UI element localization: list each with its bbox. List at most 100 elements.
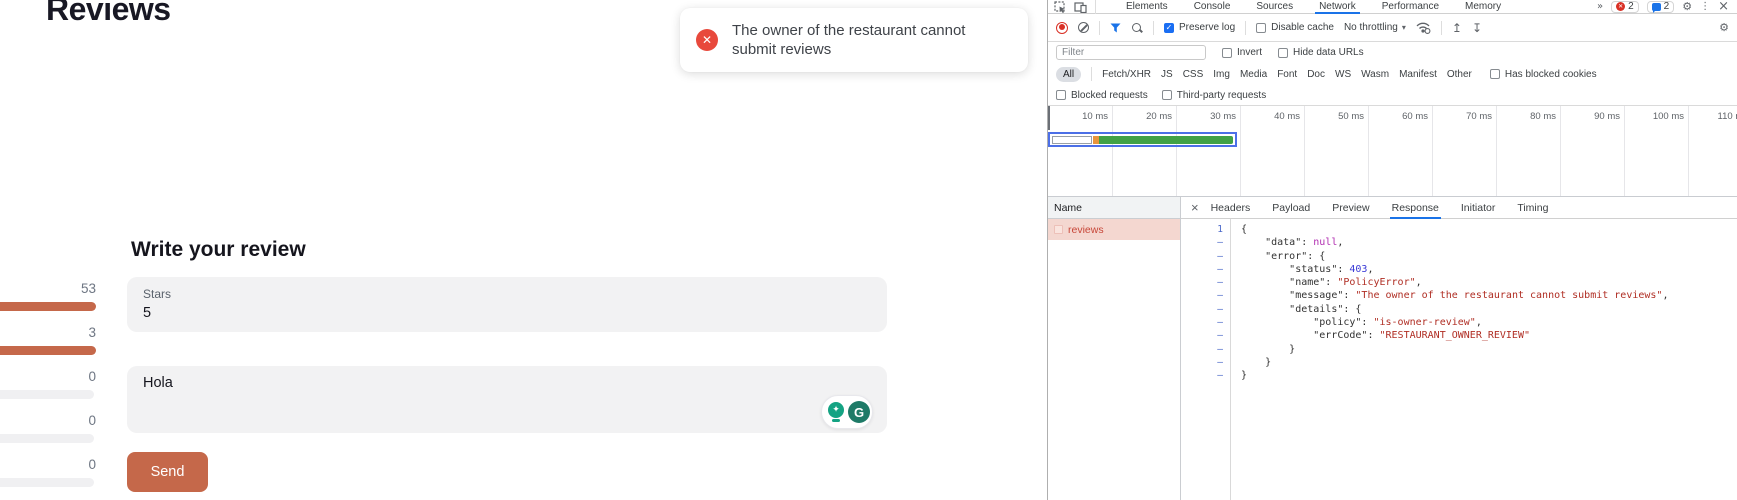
fold-marker-icon[interactable]: – bbox=[1181, 369, 1230, 382]
divider bbox=[1095, 0, 1096, 14]
network-toolbar: ✓ Preserve log Disable cache No throttli… bbox=[1048, 14, 1737, 42]
import-har-icon[interactable]: ↥ bbox=[1452, 21, 1462, 35]
detail-tab-timing[interactable]: Timing bbox=[1517, 197, 1548, 219]
type-filter-wasm[interactable]: Wasm bbox=[1361, 69, 1389, 80]
detail-tab-payload[interactable]: Payload bbox=[1272, 197, 1310, 219]
rating-bar bbox=[0, 346, 96, 355]
write-review-heading: Write your review bbox=[131, 238, 306, 262]
detail-tab-initiator[interactable]: Initiator bbox=[1461, 197, 1495, 219]
devtools-tab-elements[interactable]: Elements bbox=[1126, 1, 1168, 12]
type-filter-fetch-xhr[interactable]: Fetch/XHR bbox=[1102, 69, 1151, 80]
timeline-overview[interactable]: 10 ms20 ms30 ms40 ms50 ms60 ms70 ms80 ms… bbox=[1048, 106, 1737, 197]
timeline-tick: 60 ms bbox=[1388, 111, 1428, 122]
third-party-requests-checkbox[interactable]: Third-party requests bbox=[1162, 90, 1266, 101]
devtools-tab-memory[interactable]: Memory bbox=[1465, 1, 1501, 12]
request-name: reviews bbox=[1068, 224, 1104, 236]
type-filter-media[interactable]: Media bbox=[1240, 69, 1267, 80]
json-line: "details": { bbox=[1241, 303, 1737, 316]
fold-marker-icon[interactable]: – bbox=[1181, 276, 1230, 289]
fold-marker-icon[interactable]: – bbox=[1181, 316, 1230, 329]
fold-marker-icon[interactable]: – bbox=[1181, 236, 1230, 249]
devtools-tab-console[interactable]: Console bbox=[1194, 1, 1231, 12]
fold-marker-icon[interactable]: – bbox=[1181, 303, 1230, 316]
response-gutter: 1––––––––––– bbox=[1181, 219, 1231, 500]
disable-cache-checkbox[interactable]: Disable cache bbox=[1256, 22, 1334, 33]
inspect-element-icon[interactable] bbox=[1054, 1, 1066, 13]
waterfall-selection[interactable] bbox=[1048, 132, 1237, 147]
kebab-menu-icon[interactable]: ⋮ bbox=[1700, 1, 1710, 12]
json-line: } bbox=[1241, 369, 1737, 382]
devtools-tab-sources[interactable]: Sources bbox=[1256, 1, 1293, 12]
filter-input[interactable] bbox=[1056, 45, 1206, 60]
review-textarea[interactable]: Hola ✦ G bbox=[127, 366, 887, 433]
invert-checkbox[interactable]: Invert bbox=[1222, 47, 1262, 58]
fold-marker-icon[interactable]: – bbox=[1181, 356, 1230, 369]
record-network-log-icon[interactable] bbox=[1056, 22, 1068, 34]
preserve-log-checkbox[interactable]: ✓ Preserve log bbox=[1164, 22, 1235, 33]
fold-marker-icon[interactable]: – bbox=[1181, 250, 1230, 263]
filter-funnel-icon[interactable] bbox=[1110, 23, 1121, 33]
json-line: } bbox=[1241, 343, 1737, 356]
rating-count: 0 bbox=[0, 413, 96, 428]
type-filter-ws[interactable]: WS bbox=[1335, 69, 1351, 80]
rating-count: 3 bbox=[0, 325, 96, 340]
type-filter-other[interactable]: Other bbox=[1447, 69, 1472, 80]
stars-label: Stars bbox=[143, 287, 171, 301]
detail-tabbar: × Headers Payload Preview Response Initiator… bbox=[1181, 197, 1737, 219]
fold-marker-icon[interactable]: – bbox=[1181, 343, 1230, 356]
type-filter-js[interactable]: JS bbox=[1161, 69, 1173, 80]
screen: Reviews ✕ The owner of the restaurant ca… bbox=[0, 0, 1737, 500]
timeline-tick: 70 ms bbox=[1452, 111, 1492, 122]
type-filter-css[interactable]: CSS bbox=[1183, 69, 1204, 80]
blocked-requests-checkbox[interactable]: Blocked requests bbox=[1056, 90, 1148, 101]
type-filter-doc[interactable]: Doc bbox=[1307, 69, 1325, 80]
type-filter-all[interactable]: All bbox=[1056, 67, 1081, 82]
chevron-down-icon: ▾ bbox=[1402, 23, 1406, 32]
export-har-icon[interactable]: ↧ bbox=[1472, 21, 1482, 35]
name-column-header[interactable]: Name bbox=[1048, 197, 1180, 219]
fold-marker-icon[interactable]: – bbox=[1181, 263, 1230, 276]
timeline-tick: 110 ms bbox=[1708, 111, 1737, 122]
close-devtools-icon[interactable]: × bbox=[1718, 0, 1729, 14]
rating-bar bbox=[0, 302, 96, 311]
has-blocked-cookies-checkbox[interactable]: Has blocked cookies bbox=[1490, 69, 1597, 80]
detail-tab-preview[interactable]: Preview bbox=[1332, 197, 1369, 219]
hide-data-urls-checkbox[interactable]: Hide data URLs bbox=[1278, 47, 1364, 58]
timeline-gridline bbox=[1688, 106, 1689, 196]
devtools-tab-performance[interactable]: Performance bbox=[1382, 1, 1439, 12]
issues-badge[interactable]: 2 bbox=[1647, 1, 1675, 13]
stars-field[interactable]: Stars 5 bbox=[127, 277, 887, 332]
request-row-reviews[interactable]: reviews bbox=[1048, 219, 1180, 240]
search-icon[interactable] bbox=[1131, 22, 1143, 34]
error-badge[interactable]: ✕ 2 bbox=[1611, 1, 1639, 13]
timeline-tick: 90 ms bbox=[1580, 111, 1620, 122]
type-filter-img[interactable]: Img bbox=[1213, 69, 1230, 80]
devtools-tab-network[interactable]: Network bbox=[1319, 1, 1356, 12]
network-conditions-icon[interactable] bbox=[1416, 21, 1431, 34]
detail-tab-response[interactable]: Response bbox=[1392, 197, 1439, 219]
detail-tab-headers[interactable]: Headers bbox=[1211, 197, 1251, 219]
type-filter-font[interactable]: Font bbox=[1277, 69, 1297, 80]
send-button[interactable]: Send bbox=[127, 452, 208, 492]
fold-marker-icon[interactable]: – bbox=[1181, 289, 1230, 302]
grammarly-widget[interactable]: ✦ G bbox=[821, 395, 873, 429]
type-filter-manifest[interactable]: Manifest bbox=[1399, 69, 1437, 80]
fold-marker-icon[interactable]: – bbox=[1181, 329, 1230, 342]
divider bbox=[1441, 21, 1442, 35]
throttling-select[interactable]: No throttling ▾ bbox=[1344, 22, 1406, 33]
divider bbox=[1099, 21, 1100, 35]
lightbulb-suggestions-icon[interactable]: ✦ bbox=[828, 402, 844, 423]
devtools-tabbar: Elements Console Sources Network Performance… bbox=[1048, 0, 1737, 14]
json-line: { bbox=[1241, 223, 1737, 236]
rating-bar bbox=[0, 390, 94, 399]
timeline-tick: 10 ms bbox=[1068, 111, 1108, 122]
error-toast: ✕ The owner of the restaurant cannot sub… bbox=[680, 8, 1028, 72]
settings-gear-icon[interactable]: ⚙ bbox=[1682, 0, 1692, 13]
more-tabs-icon[interactable]: » bbox=[1597, 1, 1603, 12]
network-settings-gear-icon[interactable]: ⚙ bbox=[1719, 21, 1729, 34]
device-toolbar-icon[interactable] bbox=[1074, 1, 1087, 13]
close-details-icon[interactable]: × bbox=[1191, 201, 1199, 214]
grammarly-g-icon[interactable]: G bbox=[848, 401, 870, 423]
clear-network-log-icon[interactable] bbox=[1078, 22, 1089, 33]
error-count-icon: ✕ bbox=[1616, 2, 1625, 11]
